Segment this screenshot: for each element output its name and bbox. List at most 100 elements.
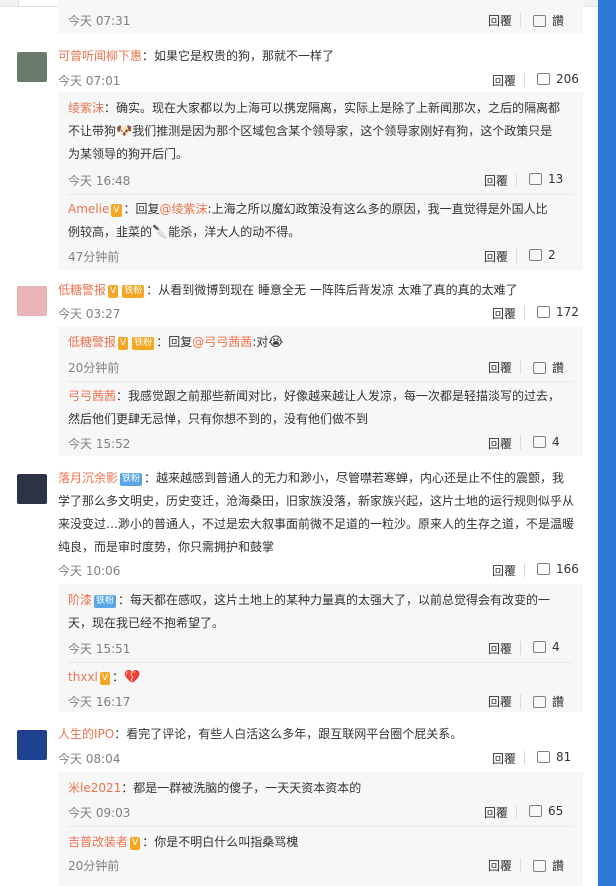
mention-link[interactable]: @绫紫沫 (160, 202, 208, 216)
comment-text: 低糖警报 V 铁粉 ：从看到微博到现在 睡意全无 一阵阵后背发凉 太难了真的真的太难了 (58, 279, 518, 302)
divider (520, 436, 521, 450)
reply-text: 低糖警报 V 铁粉 ：回复@弓弓茜茜:对😭 (68, 331, 283, 354)
like-count: 4 (552, 435, 560, 449)
like-button[interactable]: 172 (537, 305, 579, 319)
username[interactable]: 吉普改装者 (68, 835, 128, 849)
mention-link[interactable]: @弓弓茜茜 (192, 335, 252, 349)
reply-button[interactable]: 回覆 (488, 435, 512, 452)
avatar[interactable] (17, 730, 47, 760)
timestamp: 今天 10:06 (58, 564, 121, 578)
divider (520, 13, 521, 27)
like-button[interactable]: 讚 (533, 693, 564, 710)
like-button[interactable]: 讚 (533, 12, 564, 29)
like-button[interactable]: 13 (529, 172, 563, 186)
reply-text: 例较高，韭菜的🔪能杀，洋大人的动不得。 (68, 221, 300, 244)
reply-text: 阶漆 铁粉 ：每天都在感叹，这片土地上的某种力量真的太强大了，以前总觉得会有改变的一 (68, 589, 550, 612)
timestamp: 今天 15:51 (68, 642, 131, 656)
username[interactable]: 可曾听闻柳下惠 (58, 49, 142, 63)
vip-badge-icon: V (118, 337, 129, 350)
reply-button[interactable]: 回覆 (484, 172, 508, 189)
thumb-up-icon (537, 306, 550, 318)
reply-body: ：确实。现在大家都以为上海可以携宠隔离，实际上是除了上新闻那次，之后的隔离都 (104, 101, 561, 115)
fan-badge: 铁粉 (94, 595, 117, 608)
thumb-up-icon (533, 641, 546, 653)
reply-text: 米le2021：都是一群被洗脑的傻子，一天天资本资本的 (68, 777, 361, 800)
comment-body: ：看完了评论，有些人白活这么多年，跟互联网平台圈个屁关系。 (114, 727, 463, 741)
avatar[interactable] (17, 52, 47, 82)
like-button[interactable]: 81 (537, 750, 571, 764)
reply-body: :对 (252, 335, 269, 349)
reply-button[interactable]: 回覆 (488, 693, 512, 710)
reply-body: 不让带狗 (68, 124, 117, 138)
divider (520, 641, 521, 655)
like-label: 讚 (552, 859, 565, 873)
username[interactable]: 弓弓茜茜 (68, 389, 116, 403)
reply-button[interactable]: 回覆 (488, 359, 512, 376)
reply-block: 阶漆 铁粉 ：每天都在感叹，这片土地上的某种力量真的太强大了，以前总觉得会有改变的一… (58, 584, 583, 712)
reply-button[interactable]: 回覆 (492, 750, 516, 767)
timestamp: 20分钟前 (68, 859, 120, 873)
divider (524, 73, 525, 87)
like-button[interactable]: 166 (537, 562, 579, 576)
username[interactable]: thxxl (68, 670, 98, 684)
reply-body: ：都是一群被洗脑的傻子，一天天资本资本的 (121, 781, 362, 795)
comment-text: 纯良，而是审时度势，你只需拥护和鼓掌 (58, 540, 275, 554)
username[interactable]: 低糖警报 (58, 283, 106, 297)
fan-badge: 铁粉 (132, 337, 155, 350)
divider (68, 826, 573, 827)
username[interactable]: 阶漆 (68, 593, 92, 607)
timestamp: 今天 15:52 (68, 437, 131, 451)
like-button[interactable]: 讚 (533, 857, 564, 874)
reply-button[interactable]: 回覆 (484, 804, 508, 821)
like-count: 2 (548, 248, 556, 262)
reply-body: ：你是不明白什么叫指桑骂槐 (142, 835, 299, 849)
like-count: 65 (548, 804, 564, 818)
reply-button[interactable]: 回覆 (492, 72, 516, 89)
reply-button[interactable]: 回覆 (488, 12, 512, 29)
comment-body: ：越来越感到普通人的无力和渺小，尽管噤若寒蝉，内心还是止不住的震颤，我 (144, 471, 565, 485)
vip-badge-icon: V (99, 672, 111, 685)
reply-button[interactable]: 回覆 (492, 562, 516, 579)
reply-block: 米le2021：都是一群被洗脑的傻子，一天天资本资本的 今天 09:03 回覆 … (58, 772, 583, 886)
like-button[interactable]: 65 (529, 804, 563, 818)
like-button[interactable]: 讚 (533, 359, 564, 376)
like-label: 讚 (552, 14, 565, 28)
thumb-up-icon (537, 751, 550, 763)
reply-block: 今天 07:31 回覆 讚 (58, 0, 583, 34)
reply-text: 吉普改装者 V ：你是不明白什么叫指桑骂槐 (68, 831, 298, 854)
username[interactable]: 落月沉余影 (58, 471, 118, 485)
thumb-up-icon (533, 362, 546, 374)
divider (68, 194, 573, 195)
like-button[interactable]: 4 (533, 640, 560, 654)
scrollbar[interactable] (598, 0, 616, 886)
like-count: 206 (556, 72, 579, 86)
username[interactable]: Amelie (68, 202, 109, 216)
like-button[interactable]: 4 (533, 435, 560, 449)
comment-feed: 今天 07:31 回覆 讚 可曾听闻柳下惠：如果它是权贵的狗，那就不一样了 今天… (0, 0, 598, 886)
username[interactable]: 绫紫沫 (68, 101, 104, 115)
timestamp: 20分钟前 (68, 361, 120, 375)
timestamp: 今天 16:48 (68, 174, 131, 188)
reply-text: 为某领导的狗开后门。 (68, 147, 189, 161)
broken-heart-icon: 💔 (124, 670, 141, 685)
username[interactable]: 人生的IPO (58, 727, 114, 741)
vip-badge-icon: V (130, 837, 141, 850)
like-button[interactable]: 2 (529, 248, 556, 262)
reply-button[interactable]: 回覆 (492, 305, 516, 322)
timestamp: 今天 03:27 (58, 307, 121, 321)
reply-button[interactable]: 回覆 (488, 640, 512, 657)
fan-badge: 铁粉 (120, 473, 143, 486)
knife-emoji-icon: 🔪 (152, 225, 169, 240)
divider (520, 694, 521, 708)
comment-text: 人生的IPO：看完了评论，有些人白活这么多年，跟互联网平台圈个屁关系。 (58, 723, 462, 746)
avatar[interactable] (17, 474, 47, 504)
reply-button[interactable]: 回覆 (488, 857, 512, 874)
username[interactable]: 低糖警报 (68, 335, 116, 349)
thumb-up-icon (529, 805, 542, 817)
reply-button[interactable]: 回覆 (484, 248, 508, 265)
like-button[interactable]: 206 (537, 72, 579, 86)
reply-body: 我们推测是因为那个区域包含某个领导家，这个领导家刚好有狗，这个政策只是 (132, 124, 553, 138)
like-count: 166 (556, 562, 579, 576)
username[interactable]: 米le2021 (68, 781, 121, 795)
avatar[interactable] (17, 286, 47, 316)
